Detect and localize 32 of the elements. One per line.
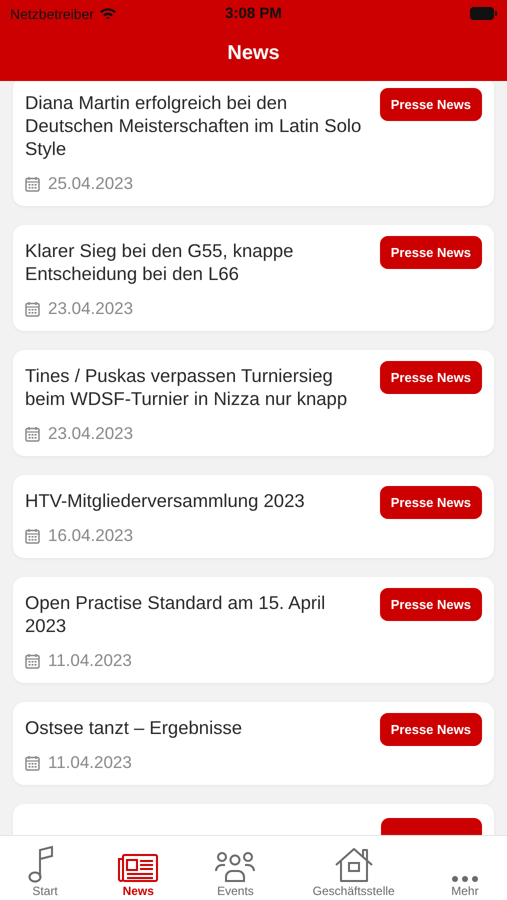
status-time: 3:08 PM bbox=[225, 5, 282, 22]
news-date: 23.04.2023 bbox=[48, 299, 134, 319]
news-title: Diana Martin erfolgreich bei den Deutschen Meisterschaften im Latin Solo Style bbox=[25, 91, 362, 160]
news-title: Open Practise Standard am 15. April 2023 bbox=[25, 591, 326, 637]
category-tag: Presse News bbox=[380, 588, 482, 621]
news-card[interactable]: Klarer Sieg bei den G55, knappe Entscheidung bei den L66 23.04.2023 Presse News bbox=[13, 225, 494, 331]
category-tag: Presse News bbox=[380, 236, 482, 269]
news-date: 16.04.2023 bbox=[48, 526, 134, 546]
news-date: 11.04.2023 bbox=[48, 651, 132, 671]
tab-item[interactable]: Events bbox=[214, 851, 256, 898]
news-date: 25.04.2023 bbox=[48, 174, 134, 194]
screen-title: News bbox=[227, 42, 280, 64]
news-card[interactable]: Ostsee tanzt – Ergebnisse 11.04.2023 Presse News bbox=[13, 702, 494, 785]
news-card[interactable]: Tines / Puskas verpassen Turniersieg beim WDSF-Turnier in Nizza nur knapp 23.04.2023 Presse News bbox=[13, 350, 494, 456]
category-tag: Presse News bbox=[380, 361, 482, 394]
tab-item[interactable]: Mehr bbox=[450, 875, 479, 898]
news-title: HTV-Mitgliederversammlung 2023 bbox=[25, 489, 306, 512]
news-date: 23.04.2023 bbox=[48, 424, 134, 444]
news-title: Tines / Puskas verpassen Turniersieg beim WDSF-Turnier in Nizza nur knapp bbox=[25, 364, 348, 410]
category-tag: Presse News bbox=[380, 486, 482, 519]
news-date: 11.04.2023 bbox=[48, 753, 132, 773]
news-card[interactable]: Open Practise Standard am 15. April 2023 11.04.2023 Presse News bbox=[13, 577, 494, 683]
news-title: Klarer Sieg bei den G55, knappe Entscheidung bei den L66 bbox=[25, 239, 294, 285]
category-tag: Presse News bbox=[380, 713, 482, 746]
tab-item[interactable]: News bbox=[118, 853, 158, 898]
carrier-name: Netzbetreiber bbox=[10, 6, 94, 22]
news-card[interactable]: Diana Martin erfolgreich bei den Deutschen Meisterschaften im Latin Solo Style 25.04.2023 Presse News bbox=[13, 81, 494, 206]
news-title: Ostsee tanzt – Ergebnisse bbox=[25, 716, 243, 739]
category-tag: Presse News bbox=[380, 88, 482, 121]
news-card[interactable]: HTV-Mitgliederversammlung 2023 16.04.2023 Presse News bbox=[13, 475, 494, 558]
tab-item[interactable]: Start bbox=[28, 845, 62, 898]
tab-item[interactable]: Geschäftsstelle bbox=[312, 847, 395, 898]
